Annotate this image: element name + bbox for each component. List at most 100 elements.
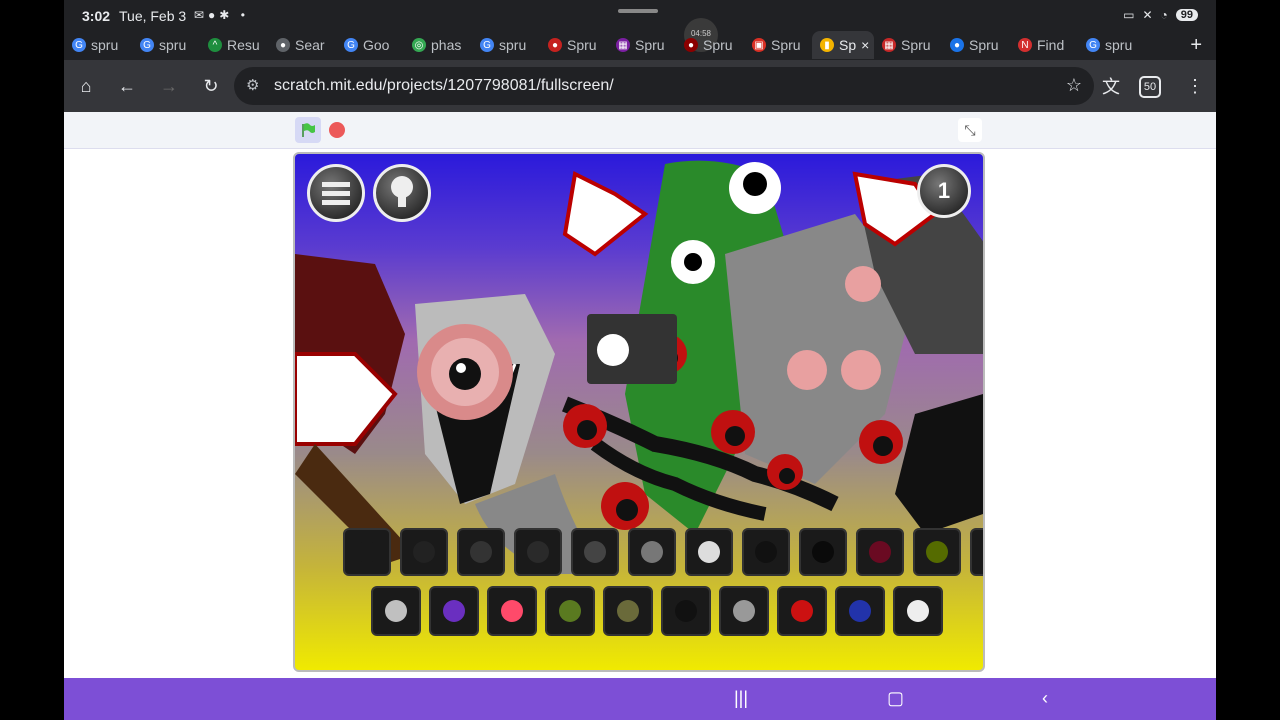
system-icons: ▭ ✕ ◔ 99 xyxy=(1123,8,1198,22)
back-icon[interactable]: ← xyxy=(113,72,141,100)
home-nav-icon[interactable]: ▢ xyxy=(887,688,904,709)
home-icon[interactable]: ⌂ xyxy=(72,72,100,100)
exit-fullscreen-icon[interactable]: ⤡ xyxy=(958,118,982,142)
character-thumbnail xyxy=(733,600,755,622)
character-slot[interactable] xyxy=(628,528,676,576)
character-slot[interactable] xyxy=(487,586,537,636)
browser-tab[interactable]: Gspru xyxy=(64,31,132,59)
character-slot[interactable] xyxy=(343,528,391,576)
red-jaw-left xyxy=(562,171,649,257)
browser-tab[interactable]: ▦ Spru xyxy=(874,31,942,59)
character-thumbnail xyxy=(926,541,948,563)
tab-favicon-icon: G xyxy=(1086,38,1100,52)
browser-tab[interactable]: ◎ phas xyxy=(404,31,472,59)
device-screen: 3:02 Tue, Feb 3 ✉●✱ • 04:58 ▭ ✕ ◔ 99 Gsp… xyxy=(64,0,1216,720)
character-slot[interactable] xyxy=(742,528,790,576)
tab-favicon-icon: ● xyxy=(548,38,562,52)
tab-label: Spru xyxy=(635,37,665,53)
character-thumbnail xyxy=(470,541,492,563)
star-icon[interactable]: ☆ xyxy=(1066,75,1082,96)
browser-tab[interactable]: Gspru xyxy=(1078,31,1146,59)
character-slot[interactable] xyxy=(571,528,619,576)
browser-tab[interactable]: ^ Resu xyxy=(200,31,268,59)
tab-label: Find xyxy=(1037,37,1065,53)
character-slot[interactable] xyxy=(777,586,827,636)
tab-count-button[interactable]: 50 xyxy=(1139,76,1161,98)
character-thumbnail xyxy=(501,600,523,622)
character-slot[interactable] xyxy=(371,586,421,636)
recents-icon[interactable]: ||| xyxy=(734,688,748,709)
tab-label: Spru xyxy=(969,37,999,53)
browser-tab[interactable]: G Goo xyxy=(336,31,404,59)
tab-favicon-icon: G xyxy=(72,38,86,52)
character-thumbnail xyxy=(527,541,549,563)
character-slot[interactable] xyxy=(603,586,653,636)
character-slot[interactable] xyxy=(719,586,769,636)
stop-icon[interactable] xyxy=(329,122,345,138)
character-slot[interactable] xyxy=(893,586,943,636)
tab-favicon-icon: ◎ xyxy=(412,38,426,52)
character-thumbnail xyxy=(983,541,985,563)
new-tab-button[interactable]: + xyxy=(1190,34,1202,57)
address-url[interactable]: scratch.mit.edu/projects/1207798081/full… xyxy=(274,77,614,95)
menu-round-button[interactable] xyxy=(307,164,365,222)
back-nav-icon[interactable]: ‹ xyxy=(1042,688,1048,709)
browser-tab[interactable]: ● Spru xyxy=(676,31,744,59)
browser-tab[interactable]: ● Sear xyxy=(268,31,336,59)
character-slot[interactable] xyxy=(514,528,562,576)
tab-favicon-icon: N xyxy=(1018,38,1032,52)
timer-round-button[interactable]: 1 xyxy=(917,164,971,218)
site-settings-icon[interactable]: ⚙ xyxy=(246,76,259,94)
battery-indicator: 99 xyxy=(1175,9,1198,21)
character-thumbnail xyxy=(675,600,697,622)
close-tab-icon[interactable]: × xyxy=(861,37,869,53)
game-stage[interactable]: 1 xyxy=(293,152,985,672)
tab-strip: Gspru Gspru ^ Resu ● Sear G Goo ◎ phas Gspru ● Spru ▦… xyxy=(64,30,1216,60)
character-slot[interactable] xyxy=(913,528,961,576)
green-flag-icon[interactable] xyxy=(295,117,321,143)
character-slot[interactable] xyxy=(429,586,479,636)
address-bar[interactable]: ⚙ scratch.mit.edu/projects/1207798081/fu… xyxy=(234,67,1094,105)
forward-icon[interactable]: → xyxy=(155,72,183,100)
character-slot[interactable] xyxy=(835,586,885,636)
character-slot[interactable] xyxy=(799,528,847,576)
character-slot[interactable] xyxy=(400,528,448,576)
player-controls: ⤡ xyxy=(64,112,1216,149)
browser-tab[interactable]: ▮ Sp × xyxy=(812,31,874,59)
character-thumbnail xyxy=(617,600,639,622)
tab-favicon-icon: ● xyxy=(950,38,964,52)
browser-tab[interactable]: Gspru xyxy=(472,31,540,59)
character-thumbnail xyxy=(559,600,581,622)
android-nav-bar: ||| ▢ ‹ xyxy=(64,678,1216,720)
tab-label: spru xyxy=(499,37,527,53)
status-time: 3:02 xyxy=(82,8,111,24)
menu-icon[interactable]: ⋮ xyxy=(1181,72,1209,100)
character-slot[interactable] xyxy=(970,528,985,576)
cast-icon: ▭ xyxy=(1123,8,1135,22)
tab-label: Sear xyxy=(295,37,325,53)
character-slot[interactable] xyxy=(545,586,595,636)
tab-label: Spru xyxy=(901,37,931,53)
character-slot[interactable] xyxy=(457,528,505,576)
browser-tab[interactable]: N Find xyxy=(1010,31,1078,59)
character-slot[interactable] xyxy=(856,528,904,576)
drag-handle[interactable] xyxy=(618,9,658,13)
browser-tab[interactable]: ▦ Spru xyxy=(608,31,676,59)
character-thumbnail xyxy=(755,541,777,563)
lightbulb-round-button[interactable] xyxy=(373,164,431,222)
browser-tab[interactable]: Gspru xyxy=(132,31,200,59)
browser-tab[interactable]: ▣ Spru xyxy=(744,31,812,59)
tab-favicon-icon: ^ xyxy=(208,38,222,52)
browser-tab[interactable]: ● Spru xyxy=(942,31,1010,59)
reload-icon[interactable]: ↻ xyxy=(197,72,225,100)
character-slot[interactable] xyxy=(661,586,711,636)
character-slot[interactable] xyxy=(685,528,733,576)
tab-favicon-icon: G xyxy=(140,38,154,52)
notification-icons: ✉●✱ • xyxy=(194,8,249,22)
translate-icon[interactable]: 文 xyxy=(1097,72,1125,100)
character-thumbnail xyxy=(869,541,891,563)
tab-label: Spru xyxy=(771,37,801,53)
browser-tab[interactable]: ● Spru xyxy=(540,31,608,59)
character-thumbnail xyxy=(907,600,929,622)
tab-label: Resu xyxy=(227,37,260,53)
